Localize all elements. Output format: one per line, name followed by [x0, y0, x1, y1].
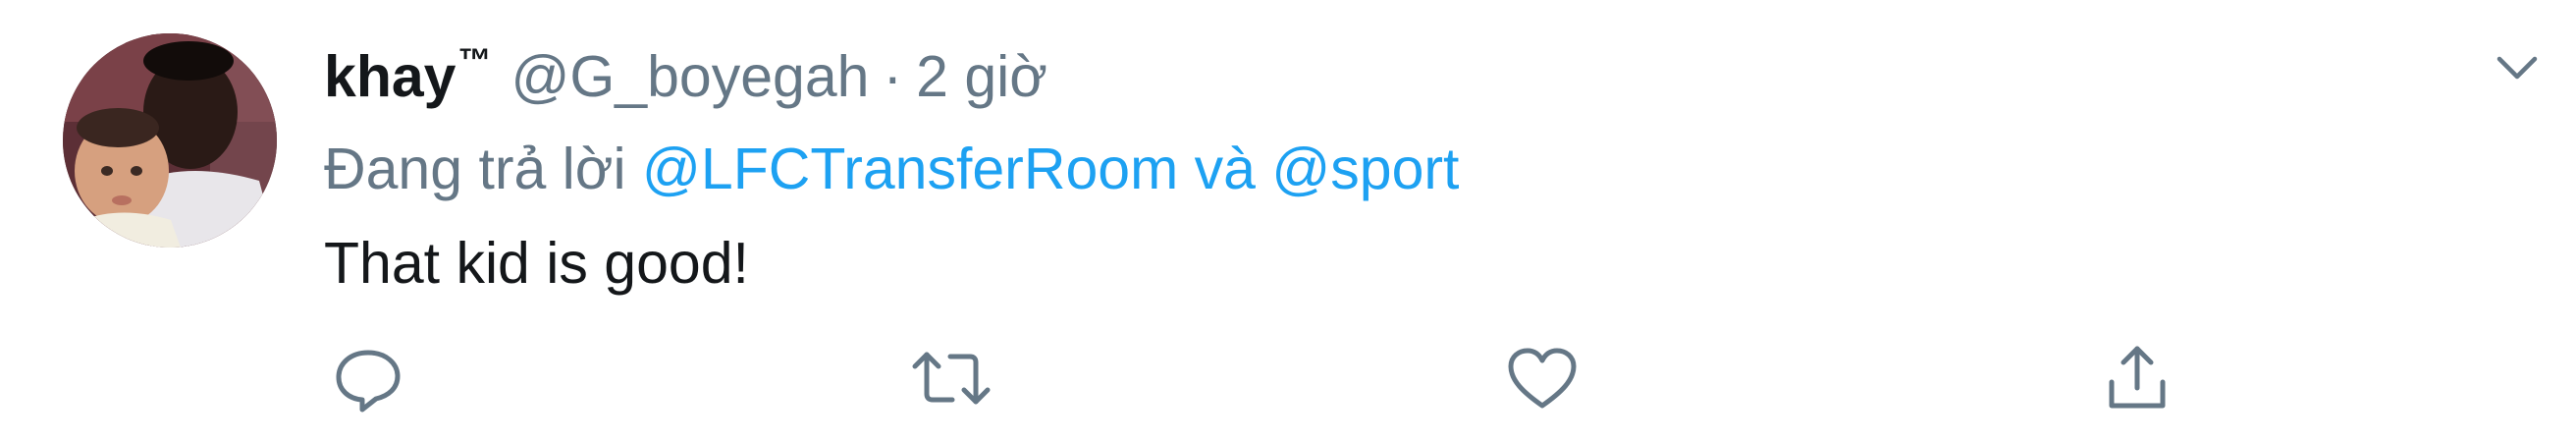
retweet-icon [907, 339, 995, 417]
replying-to: Đang trả lời @LFCTransferRoom và @sport [324, 130, 1459, 208]
like-button[interactable] [1498, 334, 1586, 422]
avatar[interactable] [63, 33, 277, 248]
heart-icon [1503, 339, 1582, 417]
separator-dot: · [883, 44, 903, 109]
action-bar [324, 334, 2287, 432]
tweet-header: khay ™ @G_boyegah · 2 giờ [324, 37, 1047, 116]
reply-button[interactable] [324, 334, 412, 422]
chevron-down-icon[interactable] [2478, 39, 2556, 98]
user-handle[interactable]: @G_boyegah [510, 37, 869, 116]
timestamp[interactable]: 2 giờ [916, 37, 1047, 116]
reply-conjunction: và [1194, 137, 1256, 201]
display-name[interactable]: khay [324, 37, 456, 116]
tweet-card[interactable]: khay ™ @G_boyegah · 2 giờ Đang trả lời @L… [0, 0, 2576, 442]
trademark-badge: ™ [457, 42, 492, 80]
reply-mention-2[interactable]: @sport [1271, 137, 1459, 201]
share-icon [2098, 339, 2176, 417]
reply-mention-1[interactable]: @LFCTransferRoom [642, 137, 1178, 201]
share-button[interactable] [2093, 334, 2181, 422]
tweet-text: That kid is good! [324, 231, 749, 296]
comment-icon [329, 339, 407, 417]
retweet-button[interactable] [907, 334, 995, 422]
reply-prefix: Đang trả lời [324, 137, 626, 201]
